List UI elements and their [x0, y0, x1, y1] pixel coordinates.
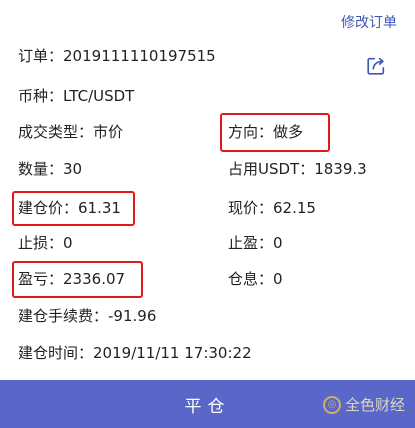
take-profit-value: 0: [273, 234, 283, 252]
quantity-row: 数量：30: [18, 159, 82, 179]
usdt-used-label: 占用USDT：: [228, 160, 315, 178]
pnl-label: 盈亏：: [18, 270, 64, 288]
stop-loss-label: 止损：: [18, 234, 64, 252]
modify-order-link[interactable]: 修改订单: [341, 12, 397, 32]
position-interest-label: 仓息：: [228, 270, 274, 288]
direction-value: 做多: [273, 123, 304, 141]
trade-type-row: 成交类型：市价: [18, 122, 123, 142]
current-price-row: 现价：62.15: [228, 198, 316, 218]
watermark: ◎ 全色财经: [322, 394, 405, 415]
order-id-row: 订单：2019111110197515: [18, 46, 216, 66]
open-fee-label: 建仓手续费：: [18, 307, 109, 325]
take-profit-label: 止盈：: [228, 234, 274, 252]
coin-label: 币种：: [18, 87, 64, 105]
watermark-logo-icon: ◎: [322, 395, 341, 414]
open-price-row: 建仓价：61.31: [18, 198, 121, 218]
open-price-label: 建仓价：: [18, 199, 79, 217]
current-price-value: 62.15: [273, 199, 316, 217]
direction-label: 方向：: [228, 123, 274, 141]
open-time-label: 建仓时间：: [18, 344, 94, 362]
share-edit-icon[interactable]: [365, 55, 387, 77]
stop-loss-value: 0: [63, 234, 73, 252]
order-id-label: 订单：: [18, 47, 64, 65]
position-interest-value: 0: [273, 270, 283, 288]
current-price-label: 现价：: [228, 199, 274, 217]
position-interest-row: 仓息：0: [228, 269, 283, 289]
trade-type-value: 市价: [93, 123, 124, 141]
take-profit-row: 止盈：0: [228, 233, 283, 253]
pnl-value: 2336.07: [63, 270, 126, 288]
trade-type-label: 成交类型：: [18, 123, 94, 141]
usdt-used-row: 占用USDT：1839.3: [228, 159, 367, 179]
open-fee-row: 建仓手续费：-91.96: [18, 306, 156, 326]
open-fee-value: -91.96: [108, 307, 157, 325]
stop-loss-row: 止损：0: [18, 233, 73, 253]
open-time-row: 建仓时间：2019/11/11 17:30:22: [18, 343, 252, 363]
pnl-row: 盈亏：2336.07: [18, 269, 125, 289]
watermark-text: 全色财经: [344, 396, 405, 414]
close-position-label: 平仓: [184, 396, 231, 417]
open-price-value: 61.31: [78, 199, 121, 217]
coin-row: 币种：LTC/USDT: [18, 86, 134, 106]
coin-value: LTC/USDT: [63, 87, 135, 105]
open-time-value: 2019/11/11 17:30:22: [93, 344, 252, 362]
quantity-label: 数量：: [18, 160, 64, 178]
order-id-value: 2019111110197515: [63, 47, 216, 65]
quantity-value: 30: [63, 160, 83, 178]
usdt-used-value: 1839.3: [314, 160, 367, 178]
direction-row: 方向：做多: [228, 122, 303, 142]
